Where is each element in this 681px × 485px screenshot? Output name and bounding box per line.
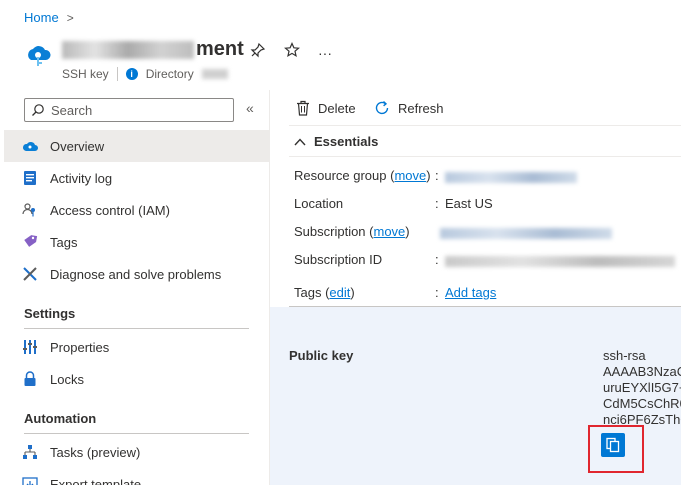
delete-button[interactable]: Delete [296,100,356,116]
subscription-id-colon: : [435,252,439,267]
tags-value: Add tags [445,285,496,300]
redacted-resource-group [445,172,577,183]
nav-label-tags: Tags [50,234,78,250]
subscription-id-label: Subscription ID [294,252,383,267]
public-key-line: uruEYXlI5G7+j [603,380,681,395]
refresh-icon [375,100,389,115]
nav-label-export-template: Export template [50,476,142,485]
nav-label-access-control: Access control (IAM) [50,202,170,218]
subscription-move-link[interactable]: move [374,224,406,239]
redacted-subscription [440,228,612,239]
tags-colon: : [435,285,439,300]
properties-icon [22,339,38,355]
export-template-icon [22,476,38,485]
nav-item-properties[interactable]: Properties [4,331,269,363]
delete-label: Delete [318,100,356,116]
resource-type-label: SSH key [62,67,109,81]
section-header-automation: Automation [24,411,97,426]
location-label: Location [294,196,344,211]
section-header-settings: Settings [24,306,76,321]
wrench-icon [22,266,38,282]
people-icon [22,202,38,218]
resource-group-move-link[interactable]: move [394,168,426,183]
tag-icon [22,234,38,250]
add-tags-link[interactable]: Add tags [445,285,496,300]
nav-item-access-control[interactable]: Access control (IAM) [4,194,269,226]
location-value: East US [445,196,493,211]
search-box[interactable] [24,98,234,122]
location-colon: : [435,196,439,211]
resource-group-value[interactable] [445,171,577,186]
subtitle-divider [116,67,118,81]
refresh-label: Refresh [398,100,444,116]
public-key-line: ssh-rsa [603,348,646,363]
nav-label-activity-log: Activity log [50,170,113,186]
overview-icon [22,138,38,154]
public-key-value: ssh-rsa AAAAB3NzaC uruEYXlI5G7+j CdM5CsC… [603,348,681,428]
refresh-button[interactable]: Refresh [374,100,444,116]
nav-item-locks[interactable]: Locks [4,363,269,395]
tags-edit-link[interactable]: edit [329,285,350,300]
public-key-label: Public key [289,348,354,363]
public-key-line: AAAAB3NzaC [603,364,681,379]
nav-item-tasks[interactable]: Tasks (preview) [4,436,269,468]
essentials-divider [289,156,681,157]
page-title-text: ment [196,38,244,60]
chevron-up-icon [294,137,306,145]
tags-label: Tags (edit) [294,285,355,300]
info-icon: i [125,68,138,80]
nav-item-overview[interactable]: Overview [4,130,269,162]
tasks-icon [22,444,38,460]
resource-group-label: Resource group (move) [294,168,431,183]
chevron-right-icon: > [66,10,74,25]
page-title: ment [62,38,244,61]
subscription-id-value [445,255,675,270]
public-key-line: CdM5CsChR0 [603,396,681,411]
nav-label-properties: Properties [50,339,110,355]
nav-item-activity-log[interactable]: Activity log [4,162,269,194]
section-divider [24,433,249,434]
resource-group-colon: : [435,168,439,183]
nav-label-tasks: Tasks (preview) [50,444,141,460]
breadcrumb: Home > [24,10,74,25]
title-actions: ··· [250,42,332,63]
pin-icon[interactable] [250,42,266,63]
nav-item-export-template[interactable]: Export template [4,468,269,485]
redacted-directory [201,69,228,79]
star-icon[interactable] [284,42,300,63]
search-icon [32,104,44,116]
breadcrumb-home-link[interactable]: Home [24,10,59,25]
redacted-subscription-id [445,256,675,267]
nav-item-tags[interactable]: Tags [4,226,269,258]
subscription-value[interactable] [440,227,612,242]
nav-item-diagnose[interactable]: Diagnose and solve problems [4,258,269,290]
trash-icon [297,100,309,116]
essentials-title: Essentials [314,134,379,149]
more-options-icon[interactable]: ··· [318,45,332,61]
subscription-label: Subscription (move) [294,224,410,239]
directory-label: Directory [145,67,194,81]
search-input[interactable] [51,102,221,118]
command-bar-divider [289,125,681,126]
nav-label-locks: Locks [50,371,84,387]
highlight-box [588,425,644,473]
essentials-toggle[interactable]: Essentials [294,134,378,149]
lock-icon [22,371,38,387]
redacted-title [62,40,194,59]
nav-label-overview: Overview [50,138,105,154]
activity-log-icon [22,170,38,186]
nav-label-diagnose: Diagnose and solve problems [50,266,222,282]
ssh-key-icon [28,46,51,66]
section-divider [24,328,249,329]
collapse-menu-icon[interactable]: « [246,100,254,116]
page-subtitle: SSH key i Directory [62,67,228,81]
